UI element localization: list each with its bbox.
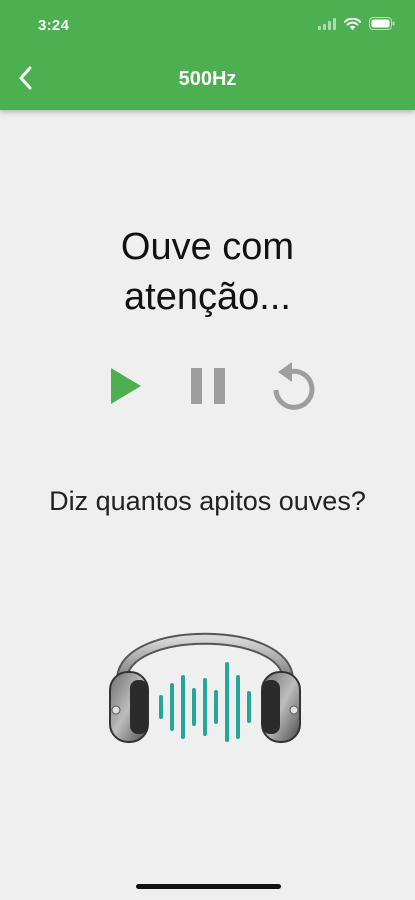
cellular-signal-icon xyxy=(318,17,336,35)
page-title: 500Hz xyxy=(178,68,237,90)
wifi-icon xyxy=(344,17,361,35)
headphones-soundwave-icon xyxy=(100,632,310,754)
headphones-illustration xyxy=(100,600,310,755)
question-text: Diz quantos apitos ouves? xyxy=(49,486,366,516)
play-icon xyxy=(109,366,143,411)
play-button[interactable] xyxy=(96,358,156,418)
home-indicator[interactable] xyxy=(136,884,281,889)
replay-button[interactable] xyxy=(263,358,323,418)
instruction-text: Ouve com atenção... xyxy=(120,226,295,318)
pause-button[interactable] xyxy=(178,358,238,418)
pause-icon xyxy=(189,366,227,411)
status-time: 3:24 xyxy=(38,17,70,34)
playback-controls xyxy=(0,358,415,418)
battery-icon xyxy=(369,17,395,35)
status-icons xyxy=(318,17,395,35)
app-header: 3:24 500Hz xyxy=(0,0,415,110)
replay-icon xyxy=(268,360,318,417)
